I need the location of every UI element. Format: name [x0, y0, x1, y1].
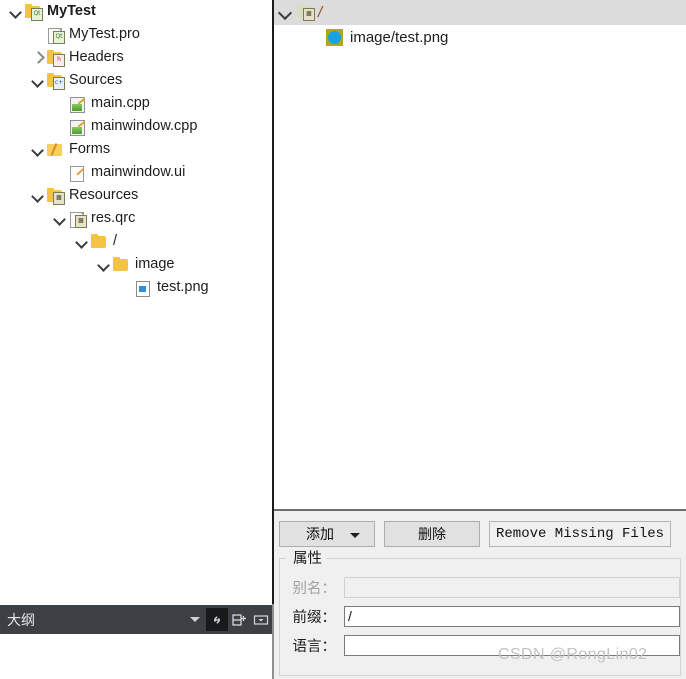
resources-folder-icon: ▩	[46, 187, 65, 205]
chevron-down-icon	[350, 533, 360, 538]
chevron-down-icon[interactable]	[30, 73, 46, 89]
folder-icon	[90, 233, 108, 250]
project-tree-item-sources[interactable]: c+ Sources	[0, 69, 272, 92]
project-tree-item-label: MyTest	[47, 3, 96, 19]
resource-editor-panel: ▩ / image/test.png 添加 删除 Remove Missing …	[274, 0, 686, 679]
project-tree-item-forms[interactable]: Forms	[0, 138, 272, 161]
add-button[interactable]: 添加	[279, 521, 375, 547]
project-tree-item-label: Headers	[69, 49, 124, 65]
chevron-down-icon[interactable]	[74, 234, 90, 250]
alias-label: 别名：	[292, 580, 337, 597]
properties-group-title: 属性	[290, 547, 325, 568]
project-tree-item-headers[interactable]: h Headers	[0, 46, 272, 69]
link-icon[interactable]	[206, 608, 228, 631]
qt-project-folder-icon: Qt	[24, 3, 43, 21]
ui-file-icon	[68, 165, 86, 182]
remove-button[interactable]: 删除	[384, 521, 480, 547]
filter-menu-icon[interactable]	[250, 608, 272, 631]
project-tree-item-label: res.qrc	[91, 210, 136, 226]
resource-file-label: image/test.png	[350, 29, 449, 46]
png-file-icon	[134, 280, 152, 297]
project-tree-item-resources[interactable]: ▩ Resources	[0, 184, 272, 207]
project-tree-item-label: mainwindow.ui	[91, 164, 186, 180]
resource-prefix-row[interactable]: ▩ /	[274, 0, 686, 25]
project-tree-item-mytest-pro[interactable]: Qt MyTest.pro	[0, 23, 272, 46]
resource-toolbar: 添加 删除 Remove Missing Files	[279, 521, 672, 547]
png-image-icon	[326, 29, 343, 46]
project-tree-item-label: image	[135, 256, 175, 272]
prefix-label: 前缀：	[292, 609, 337, 626]
add-button-label: 添加	[306, 526, 334, 542]
project-tree-item-image[interactable]: image	[0, 253, 272, 276]
resource-properties-area: 添加 删除 Remove Missing Files 属性 别名： 前缀： / …	[274, 511, 686, 679]
language-label: 语言：	[292, 638, 337, 655]
chevron-down-icon[interactable]	[52, 211, 68, 227]
project-tree-item-label: Sources	[69, 72, 123, 88]
chevron-down-icon[interactable]	[274, 0, 296, 25]
remove-button-label: 删除	[418, 526, 446, 542]
project-tree[interactable]: Qt MyTest Qt MyTest.pro h Headers c+ Sources mai…	[0, 0, 272, 299]
headers-folder-icon: h	[46, 49, 65, 67]
alias-field-row: 别名：	[288, 576, 680, 598]
project-tree-item-label: /	[113, 233, 118, 249]
outline-content-area	[0, 634, 272, 679]
chevron-down-icon[interactable]	[184, 608, 206, 631]
project-tree-item-label: mainwindow.cpp	[91, 118, 198, 134]
remove-missing-files-button[interactable]: Remove Missing Files	[489, 521, 672, 547]
forms-folder-icon	[46, 142, 64, 158]
project-tree-item-label: MyTest.pro	[69, 26, 140, 42]
resource-file-row[interactable]: image/test.png	[274, 25, 686, 50]
chevron-right-icon[interactable]	[30, 50, 46, 66]
prefix-input[interactable]: /	[344, 605, 680, 627]
project-tree-item--[interactable]: /	[0, 230, 272, 253]
project-tree-item-mainwindow-cpp[interactable]: mainwindow.cpp	[0, 115, 272, 138]
split-add-icon[interactable]	[228, 608, 250, 631]
project-tree-item-label: Forms	[69, 141, 111, 157]
cpp-file-icon	[68, 96, 86, 113]
folder-icon	[112, 256, 130, 273]
language-field-row: 语言：	[288, 634, 680, 656]
resource-prefix-label: /	[318, 4, 323, 21]
cpp-file-icon	[68, 119, 86, 136]
properties-group-box: 属性 别名： 前缀： / 语言：	[279, 547, 681, 676]
qt-creator-resource-editor: Qt MyTest Qt MyTest.pro h Headers c+ Sources mai…	[0, 0, 686, 679]
project-tree-item-label: test.png	[157, 279, 209, 295]
alias-input[interactable]	[344, 576, 680, 598]
project-tree-item-mytest[interactable]: Qt MyTest	[0, 0, 272, 23]
sources-folder-icon: c+	[46, 72, 65, 90]
remove-missing-files-label: Remove Missing Files	[496, 526, 665, 542]
project-tree-item-label: Resources	[69, 187, 139, 203]
project-tree-item-main-cpp[interactable]: main.cpp	[0, 92, 272, 115]
chevron-down-icon[interactable]	[96, 257, 112, 273]
outline-title: 大纲	[7, 611, 35, 628]
project-tree-item-res-qrc[interactable]: ▩ res.qrc	[0, 207, 272, 230]
project-tree-item-mainwindow-ui[interactable]: mainwindow.ui	[0, 161, 272, 184]
language-input[interactable]	[344, 634, 680, 656]
project-tree-item-test-png[interactable]: test.png	[0, 276, 272, 299]
chevron-down-icon[interactable]	[8, 4, 24, 20]
qrc-prefix-icon: ▩	[296, 4, 315, 21]
resource-tree[interactable]: ▩ / image/test.png	[274, 0, 686, 509]
chevron-down-icon[interactable]	[30, 142, 46, 158]
qrc-file-icon: ▩	[68, 211, 87, 228]
qt-pro-file-icon: Qt	[46, 27, 65, 44]
outline-toolbar[interactable]: 大纲	[0, 605, 272, 634]
project-tree-panel[interactable]: Qt MyTest Qt MyTest.pro h Headers c+ Sources mai…	[0, 0, 272, 604]
chevron-down-icon[interactable]	[30, 188, 46, 204]
project-tree-item-label: main.cpp	[91, 95, 150, 111]
prefix-field-row: 前缀： /	[288, 605, 680, 627]
